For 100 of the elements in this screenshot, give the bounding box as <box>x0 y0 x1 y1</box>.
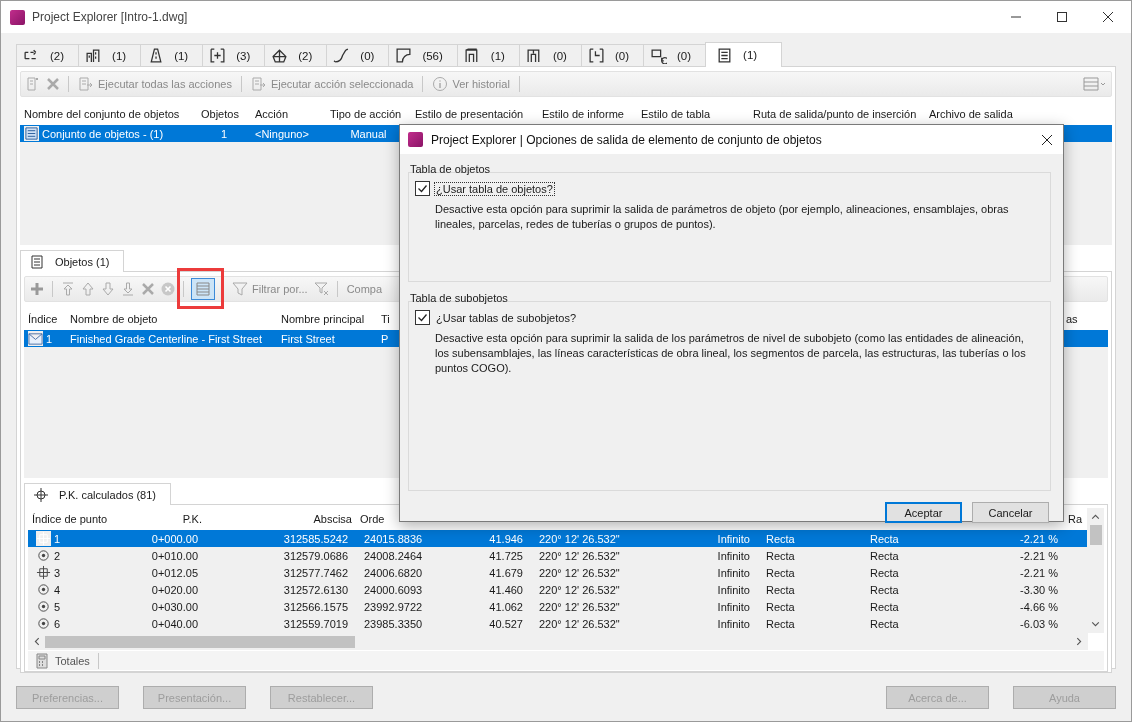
checkmark-icon <box>416 311 429 324</box>
move-up-icon[interactable] <box>80 281 96 297</box>
dialog-button[interactable]: Aceptar <box>885 502 962 523</box>
table-cell-text: 220° 12' 26.532" <box>538 549 621 562</box>
column-header[interactable]: Archivo de salida <box>925 108 1112 120</box>
table-cell-text: Infinito <box>716 532 751 545</box>
table-cell-text: 24006.6820 <box>363 566 424 579</box>
table-cell-text: Infinito <box>716 549 751 562</box>
table-cell-text: 23992.9722 <box>363 600 424 613</box>
checkbox[interactable] <box>415 181 430 196</box>
column-header[interactable]: Estilo de presentación <box>411 108 538 120</box>
scroll-right-icon[interactable] <box>1074 636 1085 647</box>
object-type-tab[interactable]: (1) <box>140 44 204 66</box>
table-cell-text: Manual <box>349 127 388 140</box>
table-row[interactable]: 5 0+030.00 312566.1575 23992.9722 41.062 220° 12' 26.532" Infinito Recta Recta -4.66 % <box>28 598 1087 615</box>
table-cell-text: Recta <box>765 583 796 596</box>
scroll-down-icon[interactable] <box>1090 619 1101 630</box>
object-type-tab[interactable]: (56) <box>388 44 458 66</box>
group-title: Tabla de objetos <box>410 162 492 176</box>
table-cell-text: 24015.8836 <box>363 532 424 545</box>
layout-dropdown-icon[interactable] <box>1083 76 1107 92</box>
option-description: Desactive esta opción para suprimir la salida de parámetros de objeto (por ejemplo, alineaciones, ensamblajes, obras lineales, parcelas, redes de tuberías o grupos de puntos). <box>435 202 1010 232</box>
column-header[interactable]: Abscisa <box>206 513 356 525</box>
window-title: Project Explorer [Intro-1.dwg] <box>32 10 188 24</box>
delete-icon[interactable] <box>45 76 61 92</box>
object-type-tab[interactable]: (0) <box>326 44 390 66</box>
dialog-title: Project Explorer | Opciones de salida de elemento de conjunto de objetos <box>431 132 822 147</box>
scroll-thumb[interactable] <box>45 635 355 648</box>
column-header[interactable]: as <box>1062 313 1108 325</box>
column-header[interactable]: Nombre del conjunto de objetos <box>20 108 197 120</box>
table-cell-text: Recta <box>765 617 796 630</box>
move-down-icon[interactable] <box>100 281 116 297</box>
table-cell: 6 <box>28 616 136 631</box>
totals-label[interactable]: Totales <box>55 654 90 667</box>
column-header[interactable]: Estilo de tabla <box>637 108 749 120</box>
table-options-button[interactable] <box>191 278 215 300</box>
panel-tab[interactable]: Objetos (1) <box>20 250 125 272</box>
object-type-tab[interactable]: (1) <box>705 42 783 67</box>
object-type-tab[interactable]: (2) <box>16 44 80 66</box>
checkbox-label[interactable]: ¿Usar tabla de objetos? <box>434 181 555 196</box>
maximize-icon[interactable] <box>1056 11 1068 23</box>
cancel-icon[interactable] <box>160 281 176 297</box>
column-header[interactable]: Nombre de objeto <box>66 313 277 325</box>
column-header[interactable]: Acción <box>251 108 326 120</box>
object-type-icon <box>271 47 289 64</box>
delete-icon[interactable] <box>140 281 156 297</box>
table-cell-text: 0+040.00 <box>150 617 199 630</box>
column-header[interactable]: Ruta de salida/punto de inserción <box>749 108 925 120</box>
scroll-left-icon[interactable] <box>31 636 42 647</box>
column-header[interactable]: Nombre principal <box>277 313 377 325</box>
move-bottom-icon[interactable] <box>120 281 136 297</box>
move-top-icon[interactable] <box>60 281 76 297</box>
scroll-up-icon[interactable] <box>1090 511 1101 522</box>
close-icon[interactable] <box>1041 133 1053 146</box>
table-row[interactable]: 4 0+020.00 312572.6130 24000.6093 41.460 220° 12' 26.532" Infinito Recta Recta -3.30 % <box>28 581 1087 598</box>
clear-filter-icon[interactable] <box>313 281 330 297</box>
table-cell-text: Recta <box>765 549 796 562</box>
panel-tab[interactable]: P.K. calculados (81) <box>24 483 172 505</box>
column-header[interactable]: Índice de punto <box>28 513 136 525</box>
table-row[interactable]: 6 0+040.00 312559.7019 23985.3350 40.527 220° 12' 26.532" Infinito Recta Recta -6.03 % <box>28 615 1087 632</box>
column-header[interactable]: Tipo de acción <box>326 108 411 120</box>
horizontal-scrollbar[interactable] <box>28 633 1088 650</box>
new-set-icon[interactable] <box>25 76 41 92</box>
table-cell-text: <Ninguno> <box>254 127 310 140</box>
table-cell: 5 <box>28 599 136 614</box>
table-cell-text: Infinito <box>716 566 751 579</box>
run-action-icon <box>250 76 267 92</box>
table-cell-text: 41.062 <box>488 600 524 613</box>
table-row[interactable]: 2 0+010.00 312579.0686 24008.2464 41.725 220° 12' 26.532" Infinito Recta Recta -2.21 % <box>28 547 1087 564</box>
table-cell-text: 220° 12' 26.532" <box>538 532 621 545</box>
object-type-icon <box>147 47 165 64</box>
table-cell-text: Infinito <box>716 617 751 630</box>
checkbox-label[interactable]: ¿Usar tablas de subobjetos? <box>434 310 579 325</box>
table-row[interactable]: 3 0+012.05 312577.7462 24006.6820 41.679 220° 12' 26.532" Infinito Recta Recta -2.21 % <box>28 564 1087 581</box>
add-icon[interactable] <box>29 281 45 297</box>
info-icon <box>432 76 449 92</box>
column-header[interactable]: Ra <box>1066 513 1087 525</box>
object-type-tab[interactable]: (0) <box>580 44 644 66</box>
object-type-tab[interactable]: (2) <box>264 44 328 66</box>
object-type-tab[interactable]: (0) <box>643 44 707 66</box>
column-header[interactable]: Índice <box>24 313 66 325</box>
table-cell-text: 0+000.00 <box>150 532 199 545</box>
envelope-icon <box>28 331 43 346</box>
column-header[interactable]: P.K. <box>136 513 206 525</box>
table-cell-text: 40.527 <box>488 617 524 630</box>
vertical-scrollbar[interactable] <box>1087 508 1104 633</box>
column-header[interactable]: Objetos <box>197 108 251 120</box>
table-cell: Conjunto de objetos - (1) <box>20 126 197 141</box>
column-header[interactable]: Estilo de informe <box>538 108 637 120</box>
table-cell-text: 220° 12' 26.532" <box>538 566 621 579</box>
table-cell-text: Recta <box>869 617 900 630</box>
crosshair-icon <box>36 565 51 580</box>
dialog-button[interactable]: Cancelar <box>972 502 1049 523</box>
checkbox[interactable] <box>415 310 430 325</box>
object-type-tab[interactable]: (3) <box>202 44 266 66</box>
scroll-thumb[interactable] <box>1089 525 1102 545</box>
table-row[interactable]: 1 0+000.00 312585.5242 24015.8836 41.946 220° 12' 26.532" Infinito Recta Recta -2.21 % <box>28 530 1087 547</box>
close-icon[interactable] <box>1102 11 1114 23</box>
table-cell-text: -4.66 % <box>1019 600 1059 613</box>
object-type-icon <box>650 47 667 64</box>
